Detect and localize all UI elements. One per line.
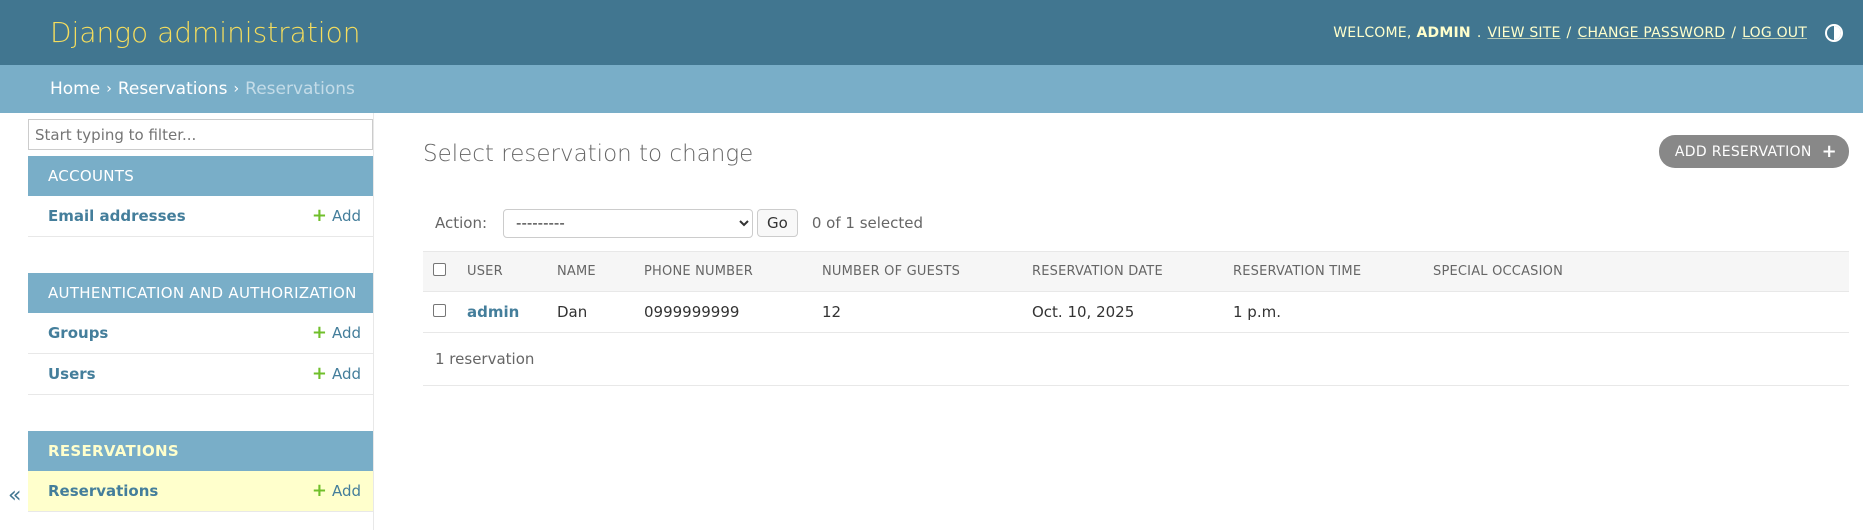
sidebar-item-email-addresses: Email addresses + Add <box>28 196 373 237</box>
paginator: 1 reservation <box>423 333 1849 386</box>
row-user-link[interactable]: admin <box>467 303 519 321</box>
sidebar-item-reservations: Reservations + Add <box>28 471 373 512</box>
breadcrumb-arrow: › <box>233 81 240 97</box>
plus-icon: + <box>311 205 327 226</box>
plus-icon: + <box>311 322 327 343</box>
plus-icon: + <box>1821 141 1837 162</box>
module-accounts: ACCOUNTS Email addresses + Add <box>28 156 373 237</box>
content: Select reservation to change ADD RESERVA… <box>374 113 1863 530</box>
nav-sidebar: ACCOUNTS Email addresses +Add AUTHENTICA… <box>0 113 374 530</box>
table-header-row: USER NAME PHONE NUMBER NUMBER OF GUESTS … <box>423 251 1849 292</box>
module-caption-accounts[interactable]: ACCOUNTS <box>28 156 373 196</box>
go-button[interactable]: Go <box>757 209 798 237</box>
page-title: Select reservation to change <box>423 141 754 167</box>
breadcrumb: Home › Reservations › Reservations <box>0 65 1863 113</box>
add-label: Add <box>331 324 361 342</box>
cell-guests: 12 <box>812 291 1022 333</box>
sidebar-item-groups: Groups + Add <box>28 313 373 354</box>
action-label: Action: <box>435 214 488 232</box>
log-out-link[interactable]: LOG OUT <box>1742 25 1807 41</box>
row-checkbox[interactable] <box>433 304 446 317</box>
theme-toggle-icon[interactable] <box>1825 23 1843 42</box>
table-row: admin Dan 0999999999 12 Oct. 10, 2025 1 … <box>423 291 1849 333</box>
module-caption-reservations[interactable]: RESERVATIONS <box>28 431 373 471</box>
user-tools: WELCOME, ADMIN . VIEW SITE / CHANGE PASS… <box>1333 23 1843 42</box>
add-email-address-link[interactable]: + Add <box>311 205 361 226</box>
sidebar-item-label[interactable]: Email addresses <box>48 207 186 225</box>
column-header-user[interactable]: USER <box>457 251 547 292</box>
selected-counter: 0 of 1 selected <box>811 214 924 232</box>
header: Django administration WELCOME, ADMIN . V… <box>0 0 1863 65</box>
action-select[interactable]: --------- <box>503 208 754 238</box>
add-reservation-button[interactable]: ADD RESERVATION + <box>1658 135 1849 168</box>
cell-date: Oct. 10, 2025 <box>1022 291 1223 333</box>
breadcrumb-home[interactable]: Home <box>50 79 100 99</box>
breadcrumb-app[interactable]: Reservations <box>118 79 228 99</box>
view-site-link[interactable]: VIEW SITE <box>1487 25 1560 41</box>
row-select-cell <box>423 291 457 333</box>
sidebar-item-label[interactable]: Users <box>48 365 96 383</box>
sidebar-item-label[interactable]: Reservations <box>48 482 158 500</box>
sidebar-item-users: Users + Add <box>28 354 373 395</box>
actions-bar: Action: --------- Go 0 of 1 selected <box>423 207 1849 239</box>
add-group-link[interactable]: + Add <box>311 322 361 343</box>
add-user-link[interactable]: + Add <box>311 363 361 384</box>
welcome-text: WELCOME, <box>1333 24 1412 41</box>
plus-icon: + <box>311 480 327 501</box>
add-label: Add <box>331 207 361 225</box>
column-header-phone[interactable]: PHONE NUMBER <box>634 251 812 292</box>
toggle-sidebar-icon[interactable]: « <box>8 483 21 508</box>
column-header-name[interactable]: NAME <box>547 251 634 292</box>
select-all-cell <box>423 251 457 292</box>
cell-time: 1 p.m. <box>1223 291 1423 333</box>
add-label: Add <box>331 482 361 500</box>
column-header-guests[interactable]: NUMBER OF GUESTS <box>812 251 1022 292</box>
add-reservation-label: ADD RESERVATION <box>1674 143 1812 160</box>
cell-name: Dan <box>547 291 634 333</box>
username: ADMIN <box>1416 24 1471 41</box>
main-container: ACCOUNTS Email addresses +Add AUTHENTICA… <box>0 113 1863 530</box>
select-all-checkbox[interactable] <box>433 263 446 276</box>
site-branding[interactable]: Django administration <box>50 16 360 49</box>
cell-phone: 0999999999 <box>634 291 812 333</box>
cell-occasion <box>1423 291 1849 333</box>
breadcrumb-arrow: › <box>106 81 112 97</box>
sidebar-item-label[interactable]: Groups <box>48 324 108 342</box>
module-caption-auth[interactable]: AUTHENTICATION AND AUTHORIZATION <box>28 273 373 313</box>
column-header-time[interactable]: RESERVATION TIME <box>1223 251 1423 292</box>
column-header-occasion[interactable]: SPECIAL OCCASION <box>1423 251 1849 292</box>
module-auth: AUTHENTICATION AND AUTHORIZATION Groups … <box>28 273 373 395</box>
change-password-link[interactable]: CHANGE PASSWORD <box>1577 25 1725 41</box>
module-reservations: RESERVATIONS Reservations + Add <box>28 431 373 512</box>
separator: / <box>1731 24 1737 41</box>
column-header-date[interactable]: RESERVATION DATE <box>1022 251 1223 292</box>
nav-filter-input[interactable] <box>28 119 373 150</box>
plus-icon: + <box>311 363 327 384</box>
breadcrumb-current: Reservations <box>245 79 355 99</box>
separator: / <box>1566 24 1572 41</box>
cell-user: admin <box>457 291 547 333</box>
results-table: USER NAME PHONE NUMBER NUMBER OF GUESTS … <box>423 251 1849 333</box>
add-label: Add <box>331 365 361 383</box>
add-reservation-link[interactable]: + Add <box>311 480 361 501</box>
